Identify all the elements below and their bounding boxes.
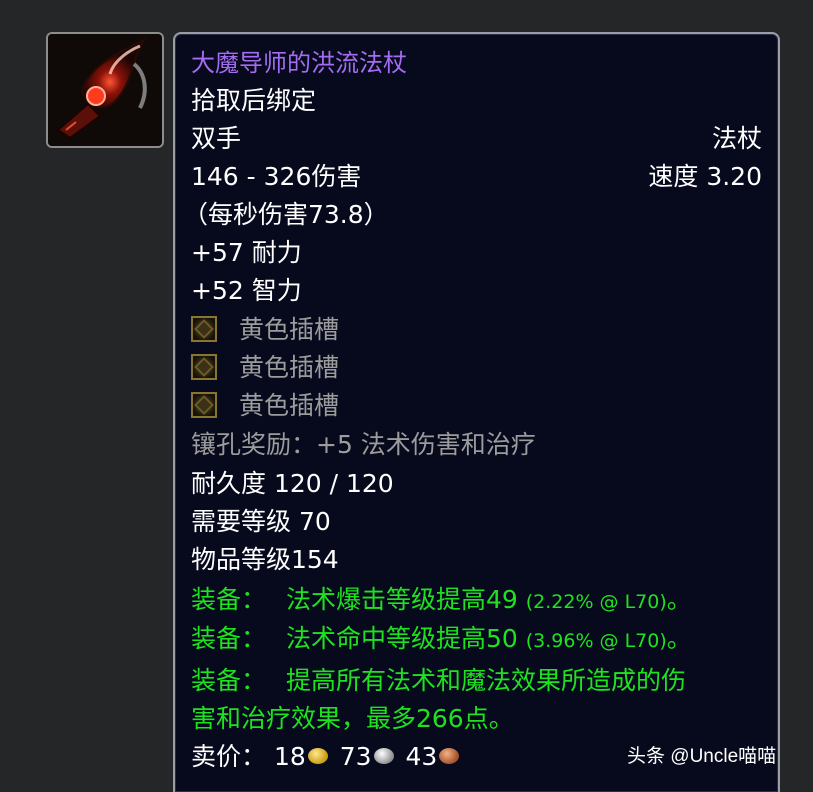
equip-end: 。 — [666, 585, 692, 614]
equip-text: 法术命中等级提高50 — [285, 624, 526, 653]
equip-label: 装备： — [191, 666, 267, 695]
dps-text: （每秒伤害73.8） — [183, 200, 389, 229]
item-slot: 双手 — [191, 124, 242, 153]
damage-speed-row: 146 - 326伤害 速度 3.20 — [191, 158, 762, 196]
item-name: 大魔导师的洪流法杖 — [191, 49, 407, 77]
gold-coin-icon — [307, 748, 328, 764]
equip-note[interactable]: (3.96% @ L70) — [526, 630, 667, 652]
bind-type: 拾取后绑定 — [191, 86, 317, 115]
equip-label: 装备： — [191, 585, 267, 614]
stat-intellect: +52 智力 — [191, 276, 302, 305]
slot-type-row: 双手 法杖 — [191, 120, 762, 158]
weapon-speed: 速度 3.20 — [648, 162, 762, 191]
required-level: 需要等级 70 — [191, 507, 331, 536]
watermark: 头条 @Uncle喵喵 — [627, 746, 777, 767]
damage-range: 146 - 326伤害 — [191, 162, 362, 191]
socket-label: 黄色插槽 — [239, 391, 340, 420]
socket-row: 黄色插槽 — [191, 387, 762, 425]
socket-row: 黄色插槽 — [191, 349, 762, 387]
item-level: 物品等级154 — [191, 545, 339, 574]
copper-coin-icon — [439, 748, 460, 764]
item-icon-frame[interactable] — [46, 32, 164, 148]
equip-effect-hit: 装备： 法术命中等级提高50 (3.96% @ L70)。 — [191, 620, 762, 658]
silver-coin-icon — [373, 748, 394, 764]
equip-note[interactable]: (2.22% @ L70) — [526, 591, 667, 613]
item-tooltip: 大魔导师的洪流法杖 拾取后绑定 双手 法杖 146 - 326伤害 速度 3.2… — [173, 32, 780, 792]
sell-label: 卖价： — [191, 742, 267, 771]
stat-stamina: +57 耐力 — [191, 238, 302, 267]
sell-gold: 18 — [273, 742, 306, 771]
equip-text: 法术爆击等级提高49 — [285, 585, 526, 614]
sell-copper: 43 — [405, 742, 438, 771]
equip-label: 装备： — [191, 624, 267, 653]
equip-effect-spellpower: 装备： 提高所有法术和魔法效果所造成的伤 — [191, 662, 762, 700]
equip-effect-spellpower-cont: 害和治疗效果，最多266点。 — [191, 704, 514, 733]
socket-label: 黄色插槽 — [239, 353, 340, 382]
sell-silver: 73 — [339, 742, 372, 771]
equip-text: 提高所有法术和魔法效果所造成的伤 — [285, 666, 686, 695]
yellow-socket-icon — [191, 316, 217, 342]
socket-label: 黄色插槽 — [239, 315, 340, 344]
equip-effect-crit: 装备： 法术爆击等级提高49 (2.22% @ L70)。 — [191, 581, 762, 619]
yellow-socket-icon — [191, 392, 217, 418]
equip-end: 。 — [666, 624, 692, 653]
socket-row: 黄色插槽 — [191, 311, 762, 349]
item-type: 法杖 — [711, 124, 762, 153]
durability: 耐久度 120 / 120 — [191, 469, 394, 498]
yellow-socket-icon — [191, 354, 217, 380]
socket-bonus: 镶孔奖励：+5 法术伤害和治疗 — [191, 430, 536, 459]
staff-icon — [48, 34, 162, 146]
